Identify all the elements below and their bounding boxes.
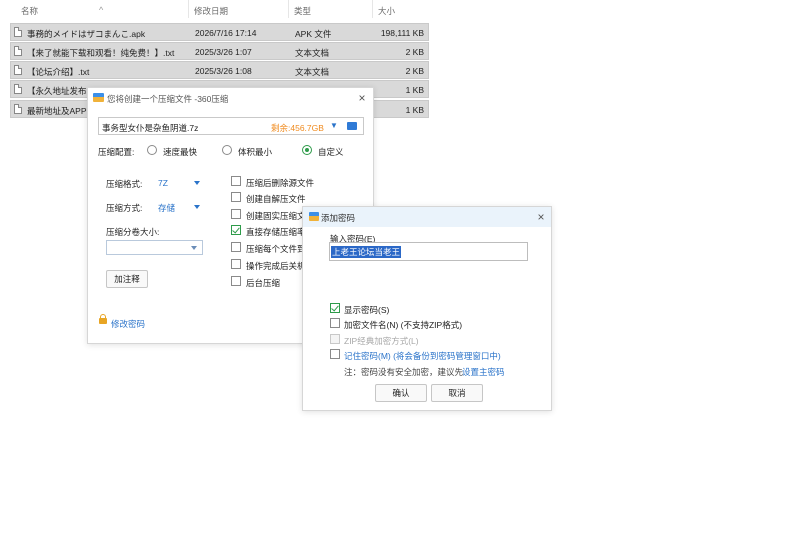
zip-classic-checkbox: [330, 334, 340, 344]
archive-filename: 事务型女仆是杂鱼阴道.7z: [102, 123, 199, 133]
column-name[interactable]: 名称: [21, 5, 38, 17]
dialog-title-bar[interactable]: 您将创建一个压缩文件 -360压缩 ×: [88, 88, 373, 108]
volume-size-select[interactable]: [106, 240, 203, 255]
file-date: 2025/3/26 1:08: [195, 66, 252, 76]
file-size: 1 KB: [405, 105, 424, 115]
radio-smallest-label[interactable]: 体积最小: [238, 146, 272, 158]
file-row[interactable]: 【论坛介绍】.txt 2025/3/26 1:08 文本文档 2 KB: [10, 61, 429, 79]
remember-password-label[interactable]: 记住密码(M) (将会备份到密码管理窗口中): [344, 350, 501, 362]
dialog-title: 添加密码: [321, 213, 356, 223]
option-label[interactable]: 操作完成后关机: [246, 260, 306, 272]
option-checkbox[interactable]: [231, 242, 241, 252]
option-checkbox[interactable]: [231, 209, 241, 219]
radio-custom[interactable]: [302, 145, 312, 155]
file-name: 【来了就能下载和观看！纯免费！】.txt: [27, 48, 175, 58]
encrypt-filenames-label[interactable]: 加密文件名(N) (不支持ZIP格式): [344, 319, 462, 331]
config-label: 压缩配置:: [98, 147, 135, 157]
encrypt-filenames-checkbox[interactable]: [330, 318, 340, 328]
file-size: 2 KB: [405, 66, 424, 76]
dialog-title: 您将创建一个压缩文件 -360压缩: [107, 94, 229, 104]
chevron-down-icon[interactable]: ▼: [330, 121, 338, 130]
radio-fastest[interactable]: [147, 145, 157, 155]
file-type: 文本文档: [295, 48, 330, 58]
free-space-label: 剩余:456.7GB: [271, 123, 324, 133]
file-row[interactable]: 事務的メイドはザコまんこ.apk 2026/7/16 17:14 APK 文件 …: [10, 23, 429, 41]
option-label[interactable]: 后台压缩: [246, 277, 280, 289]
column-date[interactable]: 修改日期: [194, 5, 228, 17]
file-icon: [14, 84, 22, 94]
sort-up-icon: ^: [99, 5, 104, 15]
column-type[interactable]: 类型: [294, 5, 311, 17]
password-input[interactable]: 上老王论坛当老王: [329, 242, 528, 261]
change-password-link[interactable]: 修改密码: [111, 318, 145, 330]
archive-app-icon: [93, 93, 104, 102]
option-checkbox[interactable]: [231, 259, 241, 269]
chevron-down-icon[interactable]: [191, 246, 197, 250]
cancel-button[interactable]: 取消: [431, 384, 483, 402]
chevron-down-icon[interactable]: [194, 205, 200, 209]
file-row[interactable]: 【来了就能下载和观看！纯免费！】.txt 2025/3/26 1:07 文本文档…: [10, 42, 429, 60]
set-master-password-link[interactable]: 设置主密码: [462, 366, 505, 378]
option-label[interactable]: 直接存储压缩率: [246, 226, 306, 238]
method-label: 压缩方式:: [106, 203, 143, 213]
radio-fastest-label[interactable]: 速度最快: [163, 146, 197, 158]
chevron-down-icon[interactable]: [194, 181, 200, 185]
column-divider[interactable]: [288, 0, 289, 18]
lock-icon: [99, 314, 107, 324]
radio-custom-label[interactable]: 自定义: [318, 146, 344, 158]
column-divider[interactable]: [188, 0, 189, 18]
close-icon[interactable]: ×: [535, 211, 547, 223]
file-size: 198,111 KB: [380, 28, 424, 38]
security-note: 注：密码没有安全加密，建议先: [344, 367, 464, 377]
column-divider[interactable]: [372, 0, 373, 18]
close-icon[interactable]: ×: [356, 92, 368, 104]
method-select[interactable]: 存储: [158, 202, 175, 214]
archive-path-field[interactable]: 事务型女仆是杂鱼阴道.7z 剩余:456.7GB ▼: [98, 117, 364, 135]
column-size[interactable]: 大小: [378, 5, 395, 17]
file-size: 1 KB: [405, 85, 424, 95]
option-label[interactable]: 创建自解压文件: [246, 193, 306, 205]
archive-app-icon: [309, 212, 319, 221]
format-select[interactable]: 7Z: [158, 178, 168, 188]
file-type: APK 文件: [295, 29, 332, 39]
file-date: 2025/3/26 1:07: [195, 47, 252, 57]
volume-size-label: 压缩分卷大小:: [106, 227, 160, 237]
ok-button[interactable]: 确认: [375, 384, 427, 402]
column-header: ^ 名称 修改日期 类型 大小: [0, 0, 430, 18]
zip-classic-label: ZIP经典加密方式(L): [344, 336, 419, 346]
option-checkbox[interactable]: [231, 225, 241, 235]
file-icon: [14, 104, 22, 114]
password-dialog: 添加密码 × 输入密码(E) 上老王论坛当老王 显示密码(S) 加密文件名(N)…: [302, 206, 552, 411]
option-checkbox[interactable]: [231, 276, 241, 286]
file-type: 文本文档: [295, 67, 330, 77]
option-checkbox[interactable]: [231, 192, 241, 202]
radio-smallest[interactable]: [222, 145, 232, 155]
folder-icon[interactable]: [347, 122, 357, 130]
file-name: 【论坛介绍】.txt: [27, 67, 90, 77]
format-label: 压缩格式:: [106, 179, 143, 189]
remember-password-checkbox[interactable]: [330, 349, 340, 359]
option-label[interactable]: 压缩后删除源文件: [246, 177, 314, 189]
dialog-title-bar[interactable]: 添加密码 ×: [303, 207, 551, 227]
file-size: 2 KB: [405, 47, 424, 57]
file-name: 事務的メイドはザコまんこ.apk: [27, 29, 146, 39]
option-label[interactable]: 压缩每个文件到: [246, 243, 306, 255]
file-name: 最新地址及APP: [27, 106, 87, 116]
option-checkbox[interactable]: [231, 176, 241, 186]
file-icon: [14, 65, 22, 75]
show-password-label[interactable]: 显示密码(S): [344, 304, 389, 316]
password-value: 上老王论坛当老王: [331, 246, 402, 258]
file-icon: [14, 46, 22, 56]
add-comment-button[interactable]: 加注释: [106, 270, 148, 288]
option-label[interactable]: 创建固实压缩文: [246, 210, 306, 222]
file-name: 【永久地址发布: [27, 86, 87, 96]
file-icon: [14, 27, 22, 37]
show-password-checkbox[interactable]: [330, 303, 340, 313]
file-date: 2026/7/16 17:14: [195, 28, 257, 38]
